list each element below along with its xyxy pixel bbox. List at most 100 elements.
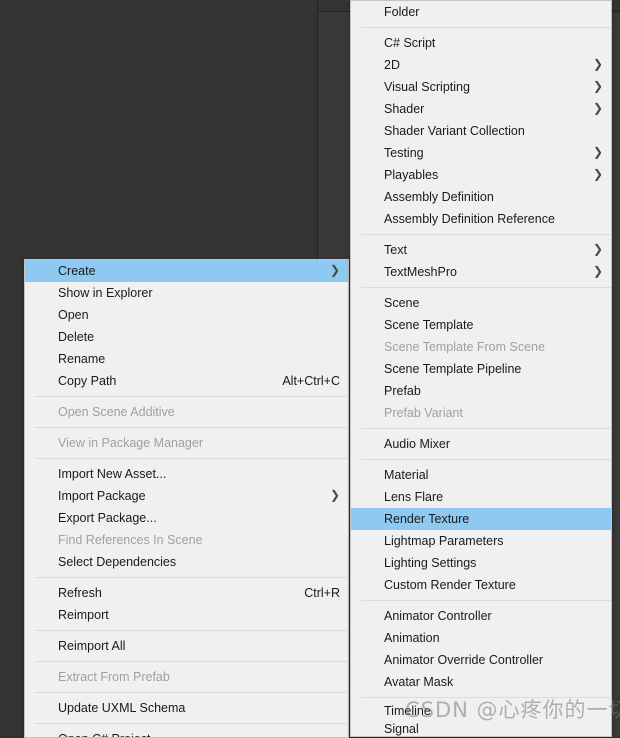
create-menu-item-custom-render-texture[interactable]: Custom Render Texture [351, 574, 611, 596]
assets-menu-item-rename[interactable]: Rename [25, 348, 348, 370]
create-menu-item-animator-override-controller[interactable]: Animator Override Controller [351, 649, 611, 671]
menu-item-label: C# Script [384, 32, 435, 54]
chevron-right-icon: ❯ [575, 243, 603, 255]
assets-menu-item-reimport-all[interactable]: Reimport All [25, 635, 348, 657]
assets-menu-item-show-in-explorer[interactable]: Show in Explorer [25, 282, 348, 304]
create-menu-separator [361, 459, 611, 460]
create-menu-item-folder[interactable]: Folder [351, 1, 611, 23]
menu-item-label: Render Texture [384, 508, 469, 530]
create-menu-item-lens-flare[interactable]: Lens Flare [351, 486, 611, 508]
menu-item-label: Lighting Settings [384, 552, 476, 574]
create-menu-item-shader[interactable]: Shader ❯ [351, 98, 611, 120]
create-menu-item-scene-template[interactable]: Scene Template [351, 314, 611, 336]
create-menu-item-visual-scripting[interactable]: Visual Scripting❯ [351, 76, 611, 98]
menu-item-label: 2D [384, 54, 400, 76]
assets-menu-item-copy-path[interactable]: Copy Path Alt+Ctrl+C [25, 370, 348, 392]
assets-menu-item-reimport[interactable]: Reimport [25, 604, 348, 626]
create-menu-item-render-texture[interactable]: Render Texture [351, 508, 611, 530]
assets-menu-item-find-references-in-scene: Find References In Scene [25, 529, 348, 551]
create-menu-separator [361, 287, 611, 288]
create-menu-item-testing[interactable]: Testing ❯ [351, 142, 611, 164]
create-menu-item-shader-variant-collection[interactable]: Shader Variant Collection [351, 120, 611, 142]
menu-item-label: Text [384, 239, 407, 261]
assets-menu-item-select-dependencies[interactable]: Select Dependencies [25, 551, 348, 573]
chevron-right-icon: ❯ [575, 146, 603, 158]
assets-menu-item-update-uxml-schema[interactable]: Update UXML Schema [25, 697, 348, 719]
menu-item-label: Find References In Scene [58, 529, 203, 551]
create-menu-item-lighting-settings[interactable]: Lighting Settings [351, 552, 611, 574]
assets-context-menu[interactable]: Create❯Show in ExplorerOpenDeleteRenameC… [24, 259, 349, 738]
menu-item-label: Open [58, 304, 89, 326]
create-menu-item-animation[interactable]: Animation [351, 627, 611, 649]
menu-item-label: Refresh [58, 582, 102, 604]
create-menu-item-assembly-definition[interactable]: Assembly Definition [351, 186, 611, 208]
assets-menu-separator [35, 577, 348, 578]
menu-item-label: Lightmap Parameters [384, 530, 504, 552]
create-menu-item-text[interactable]: Text ❯ [351, 239, 611, 261]
assets-menu-item-import-new-asset[interactable]: Import New Asset... [25, 463, 348, 485]
menu-item-label: Scene Template From Scene [384, 336, 545, 358]
assets-menu-item-delete[interactable]: Delete [25, 326, 348, 348]
menu-item-label: Reimport All [58, 635, 125, 657]
menu-item-label: Export Package... [58, 507, 157, 529]
menu-item-label: Animation [384, 627, 440, 649]
create-menu-item-assembly-definition-reference[interactable]: Assembly Definition Reference [351, 208, 611, 230]
menu-item-label: Update UXML Schema [58, 697, 185, 719]
create-menu-item-lightmap-parameters[interactable]: Lightmap Parameters [351, 530, 611, 552]
assets-menu-separator [35, 661, 348, 662]
menu-item-shortcut: Alt+Ctrl+C [258, 370, 340, 392]
chevron-right-icon: ❯ [312, 489, 340, 501]
chevron-right-icon: ❯ [575, 265, 603, 277]
create-menu-item-textmeshpro[interactable]: TextMeshPro❯ [351, 261, 611, 283]
menu-item-label: Copy Path [58, 370, 116, 392]
create-menu-item-material[interactable]: Material [351, 464, 611, 486]
assets-menu-item-open[interactable]: Open [25, 304, 348, 326]
menu-item-label: Assembly Definition [384, 186, 494, 208]
menu-item-label: Scene Template Pipeline [384, 358, 521, 380]
create-menu-item-2d[interactable]: 2D ❯ [351, 54, 611, 76]
chevron-right-icon: ❯ [575, 58, 603, 70]
create-menu-separator [361, 600, 611, 601]
assets-menu-item-extract-from-prefab: Extract From Prefab [25, 666, 348, 688]
assets-menu-item-export-package[interactable]: Export Package... [25, 507, 348, 529]
menu-item-label: Extract From Prefab [58, 666, 170, 688]
assets-menu-separator [35, 427, 348, 428]
create-menu-item-scene-template-from-scene: Scene Template From Scene [351, 336, 611, 358]
create-menu-item-avatar-mask[interactable]: Avatar Mask [351, 671, 611, 693]
create-menu-separator [361, 697, 611, 698]
menu-item-shortcut: Ctrl+R [280, 582, 340, 604]
menu-item-label: Shader [384, 98, 424, 120]
create-menu-item-scene-template-pipeline[interactable]: Scene Template Pipeline [351, 358, 611, 380]
menu-item-label: Delete [58, 326, 94, 348]
menu-item-label: Playables [384, 164, 438, 186]
menu-item-label: Animator Override Controller [384, 649, 543, 671]
menu-item-label: Prefab [384, 380, 421, 402]
assets-menu-item-create[interactable]: Create❯ [25, 260, 348, 282]
create-submenu[interactable]: FolderC# Script2D❯Visual Scripting❯Shade… [350, 0, 612, 737]
create-menu-item-timeline[interactable]: Timeline [351, 702, 611, 720]
menu-item-label: Custom Render Texture [384, 574, 516, 596]
assets-menu-item-import-package[interactable]: Import Package❯ [25, 485, 348, 507]
assets-menu-item-view-in-package-manager: View in Package Manager [25, 432, 348, 454]
menu-item-label: Open Scene Additive [58, 401, 175, 423]
chevron-right-icon: ❯ [575, 102, 603, 114]
menu-item-label: Assembly Definition Reference [384, 208, 555, 230]
create-menu-item-audio-mixer[interactable]: Audio Mixer [351, 433, 611, 455]
menu-item-label: Material [384, 464, 428, 486]
create-menu-item-c-script[interactable]: C# Script [351, 32, 611, 54]
create-menu-item-playables[interactable]: Playables❯ [351, 164, 611, 186]
create-menu-item-prefab[interactable]: Prefab [351, 380, 611, 402]
create-menu-item-signal[interactable]: Signal [351, 720, 611, 737]
assets-menu-item-refresh[interactable]: Refresh Ctrl+R [25, 582, 348, 604]
menu-item-label: View in Package Manager [58, 432, 203, 454]
menu-item-label: Audio Mixer [384, 433, 450, 455]
create-menu-item-scene[interactable]: Scene [351, 292, 611, 314]
menu-item-label: Visual Scripting [384, 76, 470, 98]
chevron-right-icon: ❯ [312, 264, 340, 276]
menu-item-label: Testing [384, 142, 424, 164]
create-menu-item-animator-controller[interactable]: Animator Controller [351, 605, 611, 627]
menu-item-label: Select Dependencies [58, 551, 176, 573]
menu-item-label: Folder [384, 1, 419, 23]
menu-item-label: Shader Variant Collection [384, 120, 525, 142]
menu-item-label: Avatar Mask [384, 671, 453, 693]
